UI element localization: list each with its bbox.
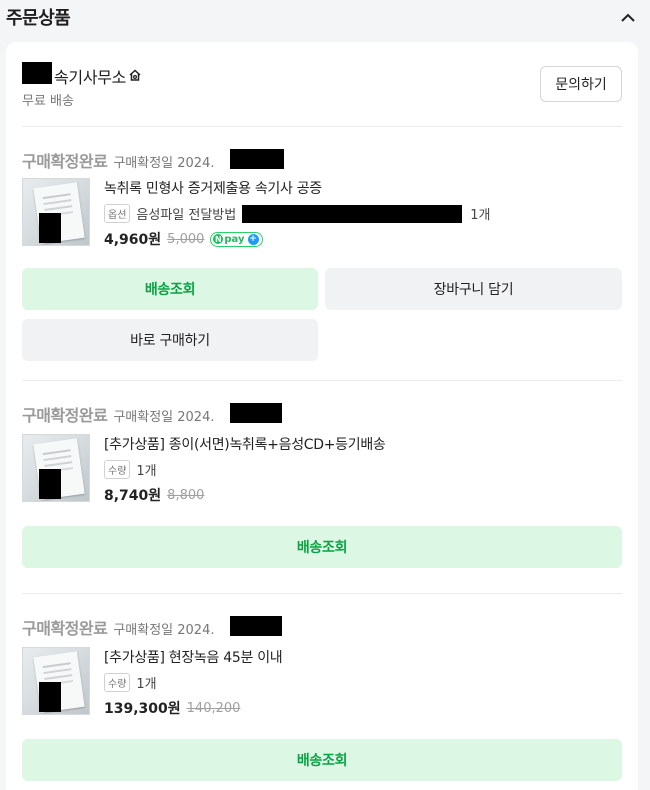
seller-name[interactable]: 속기사무소 <box>54 64 142 88</box>
divider <box>22 380 622 381</box>
original-price: 5,000 <box>167 231 205 247</box>
confirm-date: 구매확정일 2024. <box>113 410 215 425</box>
inquiry-button[interactable]: 문의하기 <box>540 66 622 102</box>
order-item: 구매확정완료 구매확정일 2024. [추가상품] 종이(서면)녹취록+음성CD… <box>22 402 622 572</box>
plus-icon: + <box>247 233 259 245</box>
status-line: 구매확정완료 구매확정일 2024. <box>22 615 214 639</box>
npay-badge: N pay + <box>210 231 263 247</box>
product-thumbnail[interactable] <box>22 647 90 715</box>
product-name[interactable]: [추가상품] 종이(서면)녹취록+음성CD+등기배송 <box>104 434 386 454</box>
chevron-up-icon[interactable] <box>618 7 638 27</box>
section-title: 주문상품 <box>6 8 71 29</box>
option-row: 수량 1개 <box>104 460 385 479</box>
product-thumbnail[interactable] <box>22 434 90 502</box>
redacted-block <box>22 62 52 84</box>
confirm-date: 구매확정일 2024. <box>113 623 215 638</box>
quantity-badge: 수량 <box>104 673 131 692</box>
price: 8,740원 <box>104 488 162 504</box>
seller-name-label: 속기사무소 <box>54 68 127 87</box>
product-thumbnail[interactable] <box>22 178 90 246</box>
order-item: 구매확정완료 구매확정일 2024. [추가상품] 현장녹음 45분 이내 수량… <box>22 615 622 785</box>
price-row: 139,300원 140,200 <box>104 698 282 718</box>
quantity-badge: 수량 <box>104 460 131 479</box>
quantity: 1개 <box>136 677 157 692</box>
original-price: 140,200 <box>186 700 241 716</box>
redacted-block <box>242 204 463 223</box>
redacted-block <box>230 149 284 169</box>
price-row: 8,740원 8,800 <box>104 485 385 505</box>
quantity: 1개 <box>470 208 491 223</box>
order-status: 구매확정완료 <box>22 152 108 171</box>
product-info: [추가상품] 현장녹음 45분 이내 수량 1개 139,300원 140,20… <box>104 647 283 718</box>
order-status: 구매확정완료 <box>22 406 108 425</box>
original-price: 8,800 <box>167 487 205 503</box>
home-icon <box>128 67 142 86</box>
order-card: 속기사무소 무료 배송 문의하기 구매확정완료 구매확정일 2024. 녹취록 … <box>6 42 638 790</box>
price: 139,300원 <box>104 701 181 717</box>
option-text: 음성파일 전달방법 <box>136 208 237 223</box>
track-delivery-button[interactable]: 배송조회 <box>22 268 318 310</box>
redacted-block <box>230 616 282 636</box>
add-to-cart-button[interactable]: 장바구니 담기 <box>325 268 622 310</box>
status-line: 구매확정완료 구매확정일 2024. <box>22 402 214 426</box>
product-name[interactable]: 녹취록 민형사 증거제출용 속기사 공증 <box>104 178 490 198</box>
option-row: 수량 1개 <box>104 673 282 692</box>
section-header: 주문상품 <box>0 0 650 34</box>
order-status: 구매확정완료 <box>22 619 108 638</box>
shipping-info: 무료 배송 <box>22 94 74 109</box>
track-delivery-button[interactable]: 배송조회 <box>22 739 622 781</box>
seller-row: 속기사무소 무료 배송 문의하기 <box>22 60 622 124</box>
npay-label: pay <box>224 233 245 245</box>
buy-now-button[interactable]: 바로 구매하기 <box>22 319 318 361</box>
product-info: 녹취록 민형사 증거제출용 속기사 공증 옵션 음성파일 전달방법 1개 4,9… <box>104 178 490 249</box>
track-delivery-button[interactable]: 배송조회 <box>22 526 622 568</box>
option-row: 옵션 음성파일 전달방법 1개 <box>104 204 490 223</box>
order-item: 구매확정완료 구매확정일 2024. 녹취록 민형사 증거제출용 속기사 공증 … <box>22 148 622 373</box>
price-row: 4,960원 5,000 N pay + <box>104 229 490 249</box>
product-info: [추가상품] 종이(서면)녹취록+음성CD+등기배송 수량 1개 8,740원 … <box>104 434 386 505</box>
price: 4,960원 <box>104 232 162 248</box>
status-line: 구매확정완료 구매확정일 2024. <box>22 148 214 172</box>
redacted-block <box>230 403 282 423</box>
product-name[interactable]: [추가상품] 현장녹음 45분 이내 <box>104 647 283 667</box>
divider <box>22 126 622 127</box>
quantity: 1개 <box>136 464 157 479</box>
divider <box>22 593 622 594</box>
naver-n-icon: N <box>213 234 224 244</box>
confirm-date: 구매확정일 2024. <box>113 156 215 171</box>
option-badge: 옵션 <box>104 204 131 223</box>
